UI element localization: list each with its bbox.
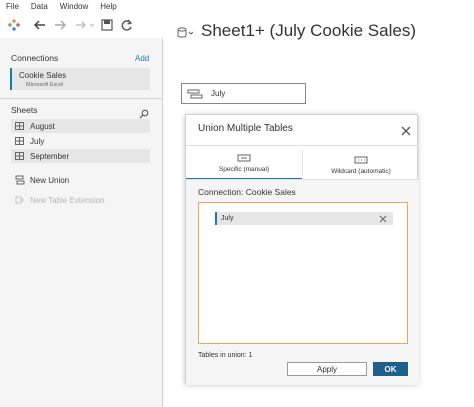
apply-button[interactable]: Apply xyxy=(287,362,367,376)
specific-tab-icon xyxy=(237,154,251,162)
toolbar xyxy=(0,12,164,38)
new-table-extension-link[interactable]: New Table Extension xyxy=(15,195,105,205)
search-icon[interactable] xyxy=(139,106,149,119)
new-table-extension-label: New Table Extension xyxy=(30,195,105,205)
menu-help[interactable]: Help xyxy=(100,2,116,11)
new-union-label: New Union xyxy=(30,175,70,185)
tab-label: Specific (manual) xyxy=(218,166,270,173)
union-table-label: July xyxy=(221,215,234,222)
sheet-label: September xyxy=(30,151,70,161)
sheet-grid-icon xyxy=(15,137,24,145)
union-pill-label: July xyxy=(211,89,226,98)
menu-window[interactable]: Window xyxy=(60,2,88,11)
tables-in-union-count: Tables in union: 1 xyxy=(198,352,253,359)
sheet-item-july[interactable]: July xyxy=(11,134,150,148)
menu-file[interactable]: File xyxy=(6,2,19,11)
save-icon[interactable] xyxy=(99,17,115,33)
union-icon xyxy=(187,89,203,98)
new-union-link[interactable]: New Union xyxy=(15,175,69,185)
sheet-label: July xyxy=(30,136,45,146)
tab-wildcard[interactable]: Wildcard (automatic) xyxy=(303,146,419,180)
section-divider xyxy=(0,98,162,99)
sheets-heading: Sheets xyxy=(11,105,38,115)
dialog-tabs: Specific (manual) Wildcard (automatic) xyxy=(186,145,419,180)
union-table-item[interactable]: July xyxy=(215,212,393,225)
union-pill[interactable]: July xyxy=(181,83,306,104)
sheet-label: August xyxy=(30,121,55,131)
connection-item[interactable]: Cookie Sales Microsoft Excel xyxy=(10,68,150,90)
add-connection-link[interactable]: Add xyxy=(135,54,149,63)
union-dialog: Union Multiple Tables Specific (manual) … xyxy=(185,114,419,385)
sheet-item-september[interactable]: September xyxy=(11,149,150,163)
tableau-logo-icon[interactable] xyxy=(6,17,22,33)
left-panel: Connections Add Cookie Sales Microsoft E… xyxy=(0,38,163,407)
close-icon[interactable] xyxy=(401,123,411,136)
menu-data[interactable]: Data xyxy=(31,2,48,11)
sheet-grid-icon xyxy=(15,152,24,160)
forward-icon[interactable] xyxy=(52,17,68,33)
wildcard-tab-icon xyxy=(354,156,368,164)
connections-heading: Connections xyxy=(11,53,59,63)
sheet-item-august[interactable]: August xyxy=(11,119,150,133)
union-icon xyxy=(15,175,25,185)
tab-specific[interactable]: Specific (manual) xyxy=(186,146,302,180)
datasource-title[interactable]: Sheet1+ (July Cookie Sales) xyxy=(201,21,416,41)
connection-name: Cookie Sales xyxy=(19,71,67,80)
table-extension-icon xyxy=(15,196,24,204)
refresh-icon[interactable] xyxy=(118,17,134,33)
back-icon[interactable] xyxy=(32,17,48,33)
tab-label: Wildcard (automatic) xyxy=(331,168,391,175)
pause-icon[interactable] xyxy=(73,17,97,33)
connection-type: Microsoft Excel xyxy=(26,82,64,88)
remove-icon[interactable] xyxy=(379,215,387,223)
dialog-body: Connection: Cookie Sales July Tables in … xyxy=(186,179,419,385)
tables-drop-area[interactable]: July xyxy=(198,202,408,344)
connection-label: Connection: Cookie Sales xyxy=(198,187,296,197)
dialog-title: Union Multiple Tables xyxy=(198,123,293,134)
menu-bar: File Data Window Help xyxy=(0,0,474,12)
ok-button[interactable]: OK xyxy=(373,362,408,376)
datasource-icon[interactable] xyxy=(177,26,194,38)
sheet-grid-icon xyxy=(15,122,24,130)
